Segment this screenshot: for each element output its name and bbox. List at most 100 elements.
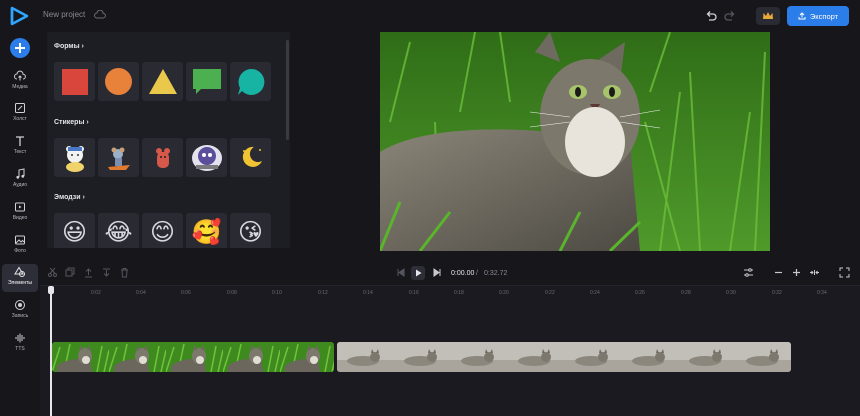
play-button[interactable] [411,266,425,280]
bear-sticker-icon [65,145,84,172]
sidebar-item-label: Холст [13,116,27,122]
sidebar-item-text[interactable]: Текст [2,133,38,161]
sticker-tile[interactable] [54,138,95,177]
stickers-section-title[interactable]: Стикеры › [54,119,89,126]
video-preview[interactable] [380,32,770,251]
sidebar-item-video[interactable]: Видео [2,199,38,227]
trash-icon[interactable] [119,267,130,278]
cat-in-grass-image [380,32,770,251]
ruler-tick: 0:06 [181,290,191,296]
video-icon [15,202,25,212]
undo-icon[interactable] [704,9,718,23]
square-shape-icon [61,68,88,95]
mouse-sticker-icon [107,147,130,170]
playhead-handle[interactable] [48,286,54,294]
skip-forward-icon[interactable] [432,267,443,278]
export-button[interactable]: Экспорт [787,6,849,26]
emoji-joy: 😂 [104,219,133,246]
adjust-icon[interactable] [743,267,754,278]
zoom-in-icon[interactable] [791,267,802,278]
sticker-tile[interactable] [142,138,183,177]
current-time: 0:00.00 [451,270,475,277]
ruler-tick: 0:10 [272,290,282,296]
ruler-tick: 0:34 [817,290,827,296]
timeline-ruler[interactable]: 0 0:02 0:04 0:06 0:08 0:10 0:12 0:14 0:1… [40,285,860,299]
sidebar-item-label: Аудио [12,182,28,188]
ruler-tick: 0:24 [590,290,600,296]
emoji-blush: 😊 [149,219,176,246]
ruler-tick: 0:22 [545,290,555,296]
video-clip-cat-floor[interactable] [337,342,791,372]
play-icon [416,269,422,277]
ruler-tick: 0:12 [318,290,328,296]
sidebar-item-label: Видео [12,215,28,221]
sticker-tile[interactable] [186,138,227,177]
shape-round-bubble-tile[interactable] [230,62,271,101]
sticker-tile[interactable] [98,138,139,177]
text-icon [16,136,24,146]
video-clip-cat-grass[interactable] [52,342,334,372]
move-up-icon[interactable] [83,267,94,278]
sidebar-item-media[interactable]: Медиа [2,68,38,96]
emoji-tile[interactable]: 😂 [98,213,139,248]
upload-icon [798,12,806,20]
redo-icon[interactable] [723,9,737,23]
emoji-tile[interactable]: 😘 [230,213,271,248]
app-logo-icon[interactable] [8,5,30,27]
emoji-hearts: 🥰 [191,219,222,246]
duplicate-icon[interactable] [65,267,76,278]
sidebar-item-label: Запись [11,313,29,319]
fit-timeline-icon[interactable] [809,267,820,278]
sidebar-item-label: Медиа [12,84,28,90]
ruler-tick: 0:02 [91,290,101,296]
fullscreen-icon[interactable] [839,267,850,278]
skip-back-icon[interactable] [395,267,406,278]
emoji-tile[interactable]: 🥰 [186,213,227,248]
ruler-tick: 0:18 [454,290,464,296]
clip-thumbnails [52,342,334,372]
move-down-icon[interactable] [101,267,112,278]
project-name[interactable]: New project [43,10,85,19]
sidebar-item-label: Элементы [8,280,32,286]
sidebar-item-canvas[interactable]: Холст [2,100,38,128]
emoji-tile[interactable]: 😊 [142,213,183,248]
sidebar-item-photo[interactable]: Фото [2,232,38,260]
party-sticker-icon [191,144,222,171]
add-button[interactable] [10,38,30,58]
plus-icon [15,43,25,53]
emoji-title-text: Эмодзи [54,194,81,201]
sidebar-item-record[interactable]: Запись [2,297,38,325]
premium-crown-button[interactable] [756,7,780,25]
total-time: 0:32.72 [484,270,508,277]
shape-speech-bubble-tile[interactable] [186,62,227,101]
shapes-icon [14,266,25,277]
record-icon [15,300,25,310]
shape-square-tile[interactable] [54,62,95,101]
sidebar-item-elements[interactable]: Элементы [2,264,38,292]
sticker-tile[interactable] [230,138,271,177]
shape-triangle-tile[interactable] [142,62,183,101]
waveform-icon [15,333,25,343]
sidebar-item-label: Текст [13,149,27,155]
clip-thumbnails [337,342,791,372]
zoom-out-icon[interactable] [773,267,784,278]
emoji-tile[interactable]: 😃 [54,213,95,248]
sidebar-item-tts[interactable]: TTS [2,330,38,358]
image-icon [15,235,25,245]
panel-scrollbar[interactable] [286,40,289,140]
export-label: Экспорт [809,11,839,21]
emoji-section-title[interactable]: Эмодзи › [54,194,85,201]
left-sidebar: Медиа Холст Текст Аудио Видео Фото Элеме… [0,32,40,416]
emoji-kiss: 😘 [237,219,264,246]
shapes-section-title[interactable]: Формы › [54,43,84,50]
split-icon[interactable] [47,267,58,278]
ruler-tick: 0:26 [635,290,645,296]
sidebar-item-audio[interactable]: Аудио [2,166,38,194]
time-separator: / [476,270,478,277]
circle-shape-icon [105,68,132,95]
ruler-tick: 0:08 [227,290,237,296]
playhead[interactable] [50,287,52,416]
ruler-tick: 0:14 [363,290,373,296]
speech-bubble-shape-icon [192,68,221,94]
shape-circle-tile[interactable] [98,62,139,101]
